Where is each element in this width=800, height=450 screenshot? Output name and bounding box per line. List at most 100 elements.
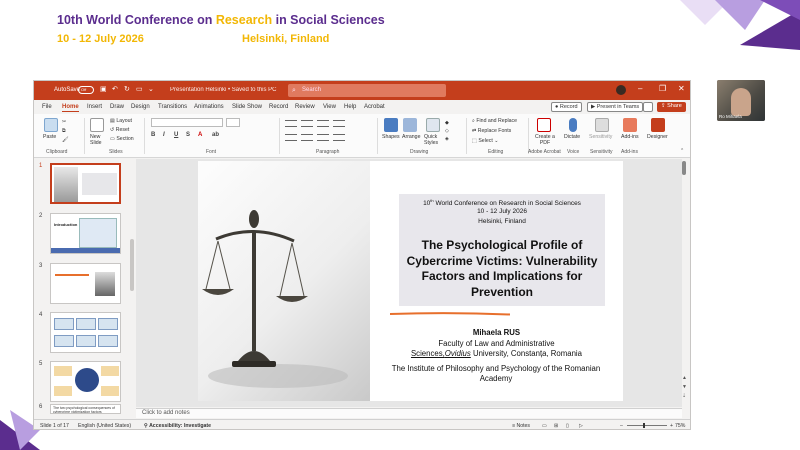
slideshow-view-icon[interactable]: ▷ [579,423,583,429]
slide-thumbnail-4[interactable] [50,312,121,353]
zoom-slider[interactable] [627,425,667,426]
next-slide-icon[interactable]: ⇣ [682,393,686,399]
align-center-icon[interactable] [301,134,313,141]
tab-draw[interactable]: Draw [110,104,124,110]
slide-thumbnail-6[interactable]: The two psychological consequences of cy… [50,404,121,414]
indent-icon[interactable] [317,120,329,127]
start-presentation-icon[interactable]: ▭ [136,85,143,93]
bullets-icon[interactable] [285,120,297,127]
notes-toggle[interactable]: ≡ Notes [512,423,530,429]
tab-review[interactable]: Review [295,104,315,110]
zoom-level[interactable]: 75% [675,423,685,429]
scroll-up-icon[interactable]: ▲ [682,375,687,381]
collapse-ribbon-icon[interactable]: ⌃ [680,148,684,154]
record-button[interactable]: ● Record [551,102,582,112]
save-icon[interactable]: ▣ [100,85,107,93]
paste-label[interactable]: Paste [43,134,56,140]
shape-fill-icon[interactable]: ◆ [445,120,449,126]
slide-thumbnail-1[interactable] [50,163,121,204]
autosave-toggle[interactable]: Off [78,86,94,94]
shape-effects-icon[interactable]: ◈ [445,136,449,142]
present-in-teams-button[interactable]: ▶ Present in Teams [587,102,644,112]
line-spacing-icon[interactable] [333,120,345,127]
dictate-label[interactable]: Dictate [564,134,580,140]
search-box[interactable]: ⌕ Search [288,84,446,97]
shapes-label[interactable]: Shapes [382,134,400,140]
arrange-label[interactable]: Arrange [402,134,420,140]
more-icon[interactable]: ⌄ [148,85,154,93]
tab-home[interactable]: Home [62,104,79,112]
designer-label[interactable]: Designer [647,134,668,140]
reading-view-icon[interactable]: ▯ [566,423,569,429]
tab-record[interactable]: Record [269,104,288,110]
copy-icon[interactable]: ⧉ [62,128,66,135]
font-size-input[interactable] [226,118,240,127]
tab-insert[interactable]: Insert [87,104,102,110]
minimize-icon[interactable]: – [638,84,642,93]
comments-icon[interactable] [643,102,653,112]
italic-icon[interactable]: I [163,132,165,138]
section-button[interactable]: ▭ Section [110,136,134,142]
share-button[interactable]: ⇪ Share [657,102,686,112]
tab-animations[interactable]: Animations [194,104,224,110]
font-color-icon[interactable]: A [198,132,202,138]
slide-sorter-icon[interactable]: ⊞ [554,423,558,429]
tab-help[interactable]: Help [344,104,356,110]
highlight-icon[interactable]: ab [212,132,219,138]
select-button[interactable]: ⬚ Select ⌄ [472,138,499,144]
quick-styles-label[interactable]: Quick Styles [424,134,442,146]
maximize-icon[interactable]: ❐ [659,84,666,93]
account-avatar[interactable] [616,85,626,95]
layout-button[interactable]: ▤ Layout [110,118,132,124]
zoom-slider-thumb[interactable] [643,423,645,428]
replace-fonts-button[interactable]: ⇄ Replace Fonts [472,128,511,134]
paste-icon[interactable] [44,118,58,132]
underline-icon[interactable]: U [174,132,178,138]
tab-acrobat[interactable]: Acrobat [364,104,385,110]
shape-outline-icon[interactable]: ◇ [445,128,449,134]
sensitivity-label[interactable]: Sensitivity [589,134,612,140]
language-status[interactable]: English (United States) [78,423,131,429]
quick-styles-icon[interactable] [426,118,440,132]
new-slide-icon[interactable] [90,118,104,132]
strikethrough-icon[interactable]: S [186,132,190,138]
zoom-in-icon[interactable]: + [670,423,673,429]
arrange-icon[interactable] [403,118,417,132]
slide-thumbnail-3[interactable] [50,263,121,304]
align-right-icon[interactable] [317,134,329,141]
slide-thumbnail-5[interactable] [50,361,121,402]
tab-design[interactable]: Design [131,104,150,110]
thumbnail-scrollbar[interactable] [130,239,134,291]
zoom-out-icon[interactable]: – [620,423,623,429]
dictate-icon[interactable] [569,118,577,132]
sensitivity-icon[interactable] [595,118,609,132]
designer-icon[interactable] [651,118,665,132]
numbering-icon[interactable] [301,120,313,127]
undo-icon[interactable]: ↶ [112,85,118,93]
scroll-down-icon[interactable]: ▼ [682,384,687,390]
font-name-input[interactable] [151,118,223,127]
tab-view[interactable]: View [323,104,336,110]
tab-transitions[interactable]: Transitions [158,104,187,110]
cut-icon[interactable]: ✂ [62,119,66,125]
redo-icon[interactable]: ↻ [124,85,130,93]
add-ins-icon[interactable] [623,118,637,132]
create-pdf-label[interactable]: Create a PDF [534,134,556,146]
current-slide[interactable]: 10th World Conference on Research in Soc… [198,161,623,401]
tab-file[interactable]: File [42,104,52,110]
justify-icon[interactable] [333,134,345,141]
reset-button[interactable]: ↺ Reset [110,127,129,133]
find-replace-button[interactable]: ⌕ Find and Replace [472,118,517,125]
close-icon[interactable]: ✕ [678,84,685,93]
add-ins-label[interactable]: Add-ins [621,134,639,140]
align-left-icon[interactable] [285,134,297,141]
new-slide-label[interactable]: New Slide [90,134,110,146]
notes-field[interactable]: Click to add notes [136,408,682,418]
format-painter-icon[interactable]: 🖌 [62,137,69,143]
normal-view-icon[interactable]: ▭ [542,423,547,429]
create-pdf-icon[interactable] [537,118,551,132]
bold-icon[interactable]: B [151,132,155,138]
tab-slide-show[interactable]: Slide Show [232,104,262,110]
editor-scrollbar[interactable] [682,161,686,175]
accessibility-status[interactable]: ⚲ Accessibility: Investigate [144,423,211,429]
